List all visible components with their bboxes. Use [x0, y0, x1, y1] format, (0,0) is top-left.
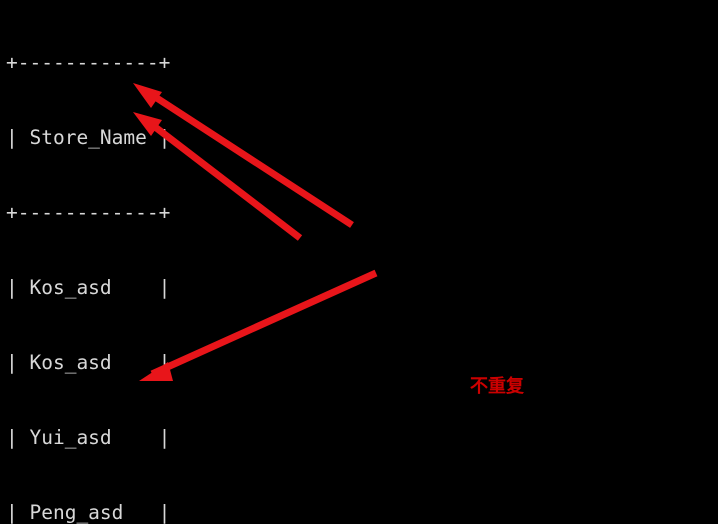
- table-header-separator: +------------+: [6, 201, 171, 224]
- table-row: | Peng_asd |: [6, 501, 171, 524]
- table-row: | Kos_asd |: [6, 276, 171, 299]
- terminal-screen: +------------+ | Store_Name | +---------…: [0, 0, 718, 524]
- table-header-row: | Store_Name |: [6, 126, 171, 149]
- terminal-output[interactable]: +------------+ | Store_Name | +---------…: [0, 0, 718, 524]
- table-top-border: +------------+: [6, 51, 171, 74]
- table-row: | Kos_asd |: [6, 351, 171, 374]
- table-row: | Yui_asd |: [6, 426, 171, 449]
- annotation-no-duplicates-label: 不重复: [470, 376, 524, 397]
